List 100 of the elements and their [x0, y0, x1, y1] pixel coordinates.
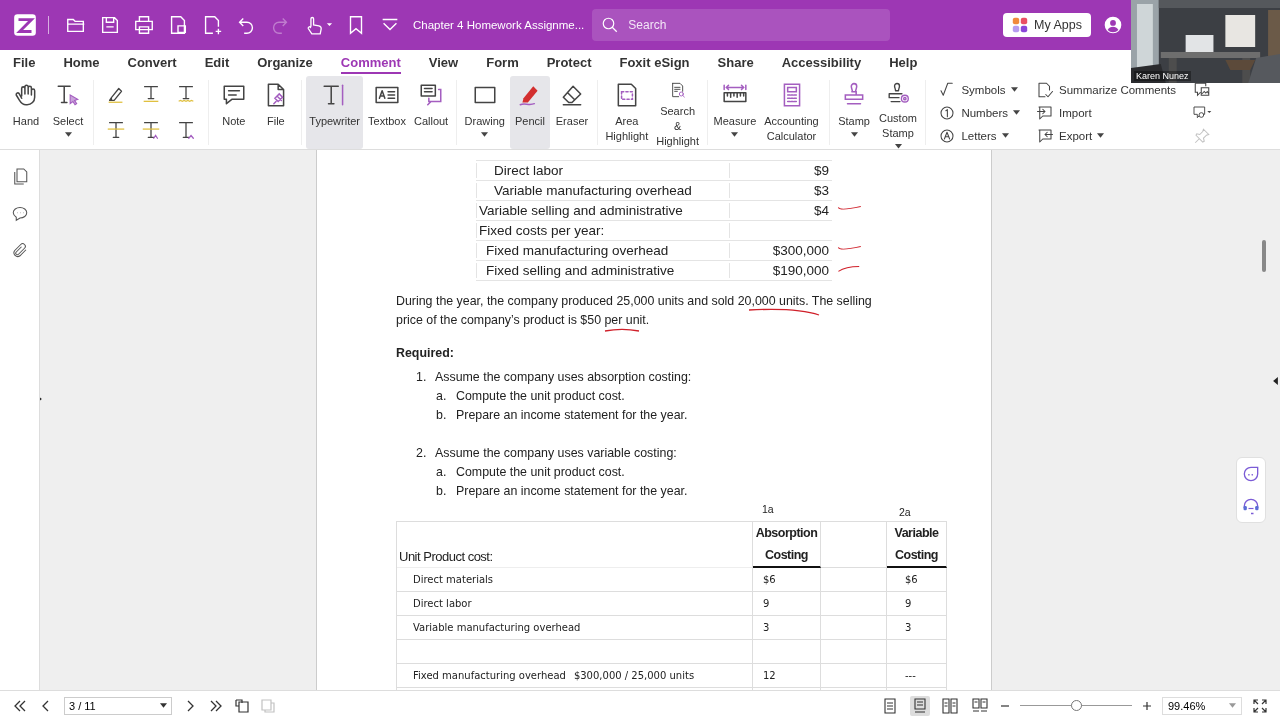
table-cell: $300,000	[772, 243, 829, 258]
document-title: Chapter 4 Homework Assignme...	[413, 19, 585, 31]
menu-tab[interactable]: File	[13, 52, 36, 74]
search-icon	[601, 16, 620, 34]
tool-button[interactable]: Select	[48, 76, 88, 149]
apps-icon	[1012, 17, 1029, 33]
table-cell: 9	[763, 598, 770, 609]
column-header: Absorption Costing	[755, 526, 818, 562]
section-heading: Required:	[396, 346, 455, 360]
save-icon[interactable]	[99, 14, 121, 36]
table-cell: Variable manufacturing overhead	[413, 622, 581, 633]
table-cell: Direct labor	[413, 598, 472, 609]
table-cell: $300,000 / 25,000 units	[573, 670, 695, 681]
participant-name: Karen Nunez	[1134, 71, 1191, 81]
paragraph: During the year, the company produced 25,000 units and sold 20,000 units. The selling price of the company’s product is $50 per unit.	[396, 293, 873, 329]
tool-button[interactable]: Stamp	[834, 76, 875, 149]
list-letter: b.	[436, 407, 448, 424]
menu-tab[interactable]: Share	[717, 52, 754, 74]
list-style-button[interactable]: Letters	[938, 126, 1021, 145]
table-cell: Fixed costs per year:	[476, 223, 730, 238]
list-number: 1.	[416, 369, 428, 386]
empty-table-cell	[821, 640, 887, 664]
tool-button[interactable]: Pencil	[509, 76, 550, 149]
tool-button[interactable]: Callout	[410, 76, 452, 149]
table-cell: $9	[813, 163, 829, 178]
question-text: Prepare an income statement for the year.	[456, 483, 688, 500]
comment-tool-button[interactable]: Summarize Comments	[1036, 80, 1176, 99]
fullscreen-icon[interactable]	[1252, 697, 1268, 714]
ink-underline	[604, 327, 640, 333]
scrollbar-thumb[interactable]	[1262, 240, 1266, 272]
menu-tab[interactable]: Help	[889, 52, 918, 74]
menu-tab[interactable]: Edit	[204, 52, 230, 74]
continuous-page-icon[interactable]	[910, 695, 930, 716]
question-text: Compute the unit product cost.	[456, 464, 625, 481]
table-cell: 3	[905, 622, 912, 633]
document-check-icon	[1036, 80, 1055, 99]
menu-tab[interactable]: View	[428, 52, 459, 74]
table-cell: ---	[905, 670, 916, 681]
comment-tool-button[interactable]: Export	[1036, 126, 1176, 145]
table-cell: Direct labor	[476, 163, 730, 178]
tool-button[interactable]: Eraser	[551, 76, 592, 149]
tool-button[interactable]: Hand	[6, 76, 46, 149]
list-style-button[interactable]: Numbers	[938, 103, 1021, 122]
table-header: Unit Product cost:	[399, 549, 493, 564]
import-icon	[1036, 103, 1055, 122]
user-icon[interactable]	[1103, 15, 1123, 35]
zoom-field[interactable]: 99.46%	[1162, 696, 1242, 715]
circled-number-icon	[938, 103, 957, 122]
comment-icon[interactable]	[10, 204, 29, 223]
column-tag: 1a	[752, 503, 820, 515]
caret-icon	[1229, 703, 1236, 708]
menu-tab[interactable]: Protect	[546, 52, 592, 74]
question-text: Prepare an income statement for the year.	[456, 407, 688, 424]
previous-view-icon[interactable]	[234, 697, 250, 714]
facing-pages-icon[interactable]	[940, 695, 960, 716]
column-header: Variable Costing	[894, 526, 939, 562]
table-cell: 3	[763, 622, 770, 633]
table-cell: 9	[905, 598, 912, 609]
print-icon[interactable]	[133, 14, 155, 36]
menu-tab[interactable]: Form	[486, 52, 519, 74]
tool-button[interactable]: Custom Stamp	[876, 76, 920, 149]
my-apps-button[interactable]: My Apps	[1003, 13, 1091, 37]
list-letter: a.	[436, 388, 448, 405]
page-field[interactable]: 3 / 11	[64, 696, 172, 715]
collapse-arrow-icon[interactable]	[1273, 377, 1278, 385]
chat-bot-icon[interactable]	[1241, 464, 1261, 484]
tool-button[interactable]: Note	[213, 76, 254, 149]
paperclip-icon[interactable]	[10, 241, 29, 260]
menu-tab[interactable]: Foxit eSign	[619, 52, 690, 74]
table-cell: $4	[813, 203, 829, 218]
image-comment-icon[interactable]	[1192, 80, 1212, 99]
export-icon	[1036, 126, 1055, 145]
table-cell: Variable selling and administrative	[476, 203, 730, 218]
tool-button[interactable]: Accounting Calculator	[759, 76, 824, 149]
table-cell: $6	[763, 574, 776, 585]
menu-tab[interactable]: Convert	[127, 52, 177, 74]
tool-button[interactable]: Search & Highlight	[653, 76, 702, 149]
circled-letter-icon	[938, 126, 957, 145]
headset-icon[interactable]	[1241, 496, 1261, 516]
menu-tab[interactable]: Comment	[340, 52, 401, 74]
zoom-in-icon[interactable]	[1142, 700, 1152, 711]
tool-button[interactable]: Typewriter	[306, 76, 363, 149]
menu-tab[interactable]: Organize	[257, 52, 313, 74]
callout-icon	[418, 82, 445, 108]
comment-tool-button[interactable]: Import	[1036, 103, 1176, 122]
list-number: 2.	[416, 445, 428, 462]
table-cell: $190,000	[772, 263, 829, 278]
app-logo-icon[interactable]	[12, 12, 38, 38]
question-text: Assume the company uses variable costing:	[435, 445, 677, 462]
list-style-button[interactable]: Symbols	[938, 80, 1021, 99]
tool-button[interactable]: Area Highlight	[602, 76, 652, 149]
menu-tab[interactable]: Accessibility	[781, 52, 862, 74]
column-tag: 2a	[886, 506, 946, 518]
table-cell: Fixed manufacturing overhead	[476, 243, 730, 258]
tool-button[interactable]: Drawing	[461, 76, 508, 149]
menu-tab[interactable]: Home	[63, 52, 100, 74]
tool-button[interactable]: Textbox	[365, 76, 409, 149]
tool-button[interactable]: Measure	[712, 76, 758, 149]
tool-button[interactable]: File	[255, 76, 296, 149]
table-cell: $3	[813, 183, 829, 198]
